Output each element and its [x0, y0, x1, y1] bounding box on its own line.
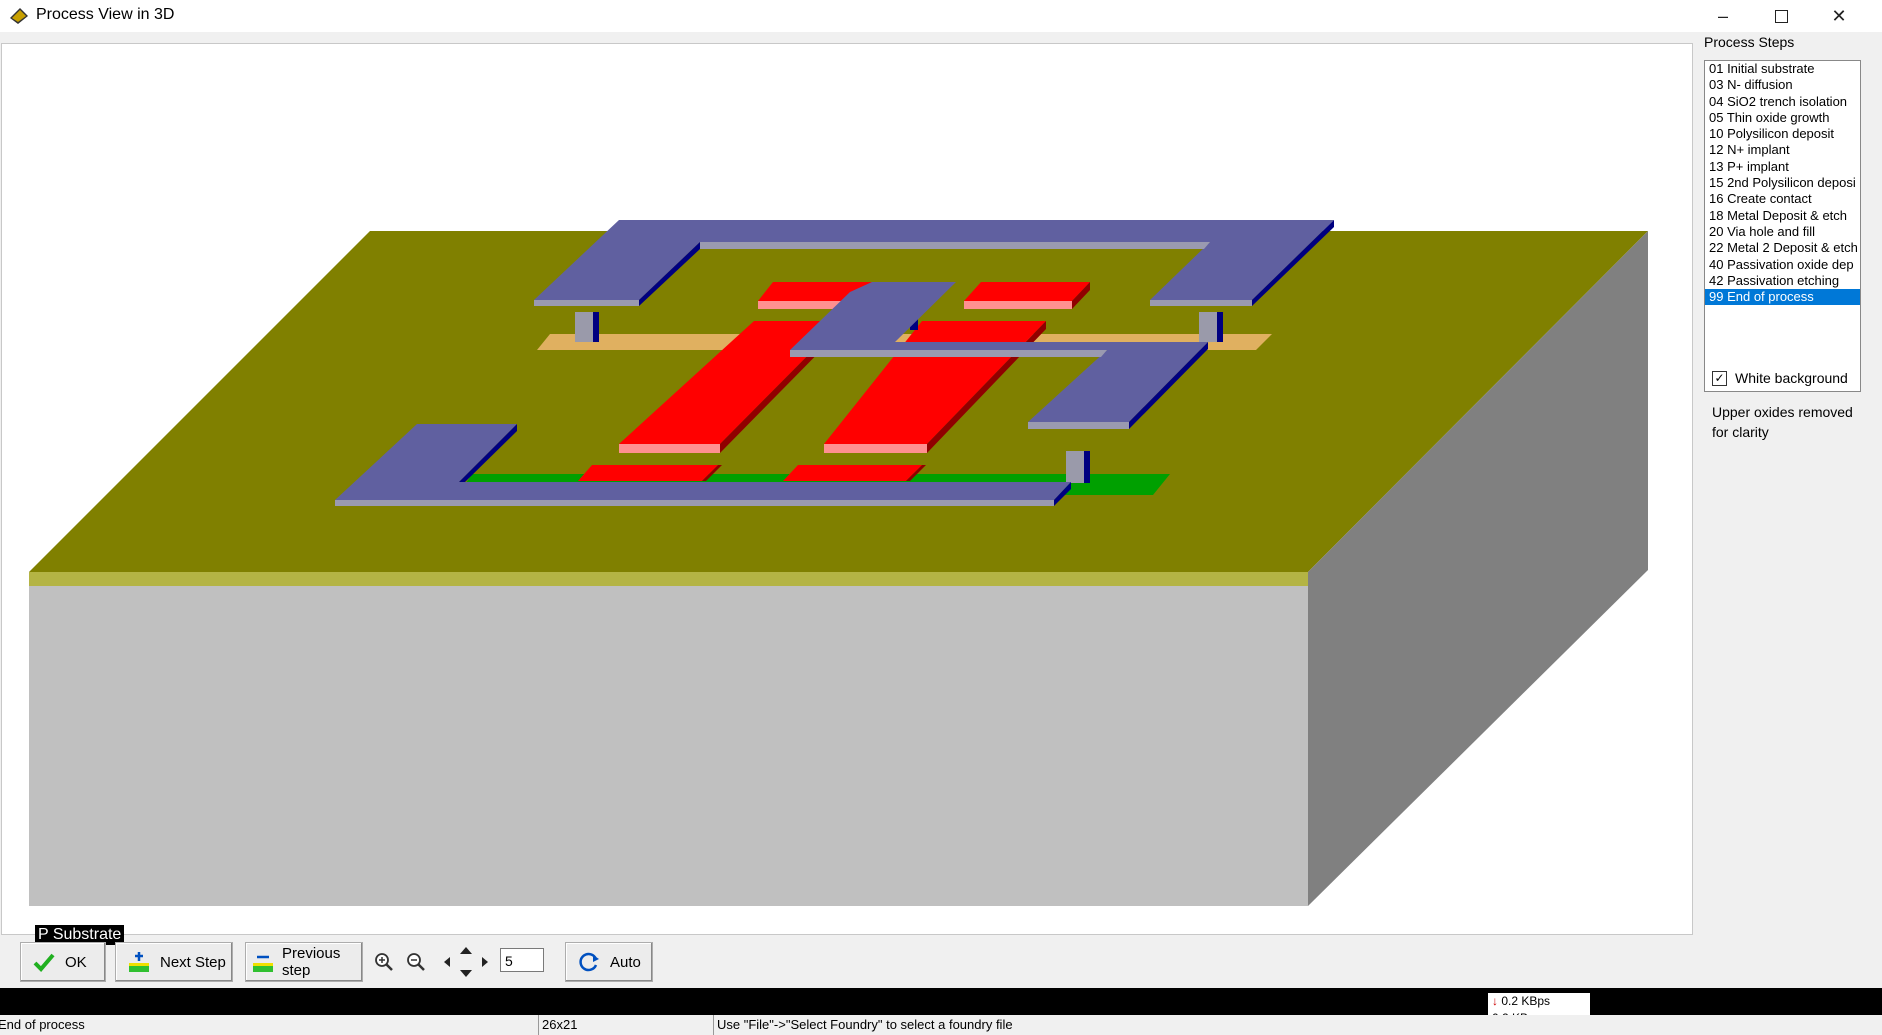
status-hint: Use "File"->"Select Foundry" to select a…	[717, 1017, 1013, 1032]
status-bar: End of process 26x21 Use "File"->"Select…	[0, 1015, 1882, 1035]
step-item[interactable]: 03 N- diffusion	[1705, 77, 1860, 93]
toolbar: OK Next Step Previous step 5 Auto	[0, 938, 1870, 988]
step-item[interactable]: 12 N+ implant	[1705, 142, 1860, 158]
metal-middle-front	[790, 350, 1107, 357]
step-item[interactable]: 05 Thin oxide growth	[1705, 110, 1860, 126]
process-steps-list[interactable]: 01 Initial substrate 03 N- diffusion 04 …	[1704, 60, 1861, 392]
step-item[interactable]: 10 Polysilicon deposit	[1705, 126, 1860, 142]
step-item[interactable]: 13 P+ implant	[1705, 159, 1860, 175]
contact-bottom-side	[1084, 451, 1090, 483]
chip-icon	[10, 8, 28, 24]
contact-right-side	[1217, 312, 1223, 342]
close-icon: ✕	[1831, 5, 1847, 26]
taskbar-strip	[0, 988, 1882, 1015]
substrate-edge	[29, 572, 1308, 586]
process-steps-panel: Process Steps 01 Initial substrate 03 N-…	[1702, 34, 1866, 934]
white-background-checkbox[interactable]: ✓	[1712, 370, 1727, 386]
step-item[interactable]: 20 Via hole and fill	[1705, 224, 1860, 240]
next-step-label: Next Step	[160, 953, 226, 971]
ok-button[interactable]: OK	[20, 942, 106, 982]
metal-top-wire-front-left	[534, 300, 639, 306]
maximize-button[interactable]	[1752, 0, 1810, 32]
poly-left-long-front	[619, 444, 720, 453]
close-button[interactable]: ✕	[1810, 0, 1868, 32]
poly-right-long-front	[824, 444, 927, 453]
minimize-button[interactable]: –	[1694, 0, 1752, 32]
status-step: End of process	[0, 1017, 85, 1032]
status-size: 26x21	[542, 1017, 578, 1032]
step-item-selected[interactable]: 99 End of process	[1705, 289, 1860, 306]
previous-step-icon	[252, 951, 274, 973]
process-3d-view	[29, 220, 1648, 906]
next-step-button[interactable]: Next Step	[115, 942, 233, 982]
step-item[interactable]: 22 Metal 2 Deposit & etch	[1705, 240, 1860, 256]
zoom-in-icon[interactable]	[372, 950, 396, 974]
next-step-icon	[128, 951, 150, 973]
maximize-icon	[1774, 9, 1788, 23]
metal-middle-front-right	[1028, 422, 1129, 429]
auto-button[interactable]: Auto	[565, 942, 653, 982]
step-item[interactable]: 18 Metal Deposit & etch	[1705, 208, 1860, 224]
checkmark-icon	[33, 952, 55, 972]
oxide-note: Upper oxides removed for clarity	[1712, 404, 1853, 440]
process-steps-title: Process Steps	[1704, 34, 1795, 50]
window-title: Process View in 3D	[36, 6, 175, 23]
status-divider	[713, 1015, 714, 1035]
previous-step-label: Previous step	[282, 945, 341, 979]
refresh-icon	[578, 951, 600, 973]
poly-top-right	[964, 282, 1090, 301]
step-item[interactable]: 42 Passivation etching	[1705, 273, 1860, 289]
white-background-label: White background	[1735, 370, 1848, 386]
step-item[interactable]: 40 Passivation oxide dep	[1705, 257, 1860, 273]
download-rate: 0.2 KBps	[1501, 994, 1551, 1008]
status-divider	[538, 1015, 539, 1035]
zoom-out-icon[interactable]	[404, 950, 428, 974]
white-background-option[interactable]: ✓ White background	[1712, 370, 1848, 386]
step-item[interactable]: 04 SiO2 trench isolation	[1705, 94, 1860, 110]
poly-top-right-front	[964, 301, 1072, 309]
step-item[interactable]: 16 Create contact	[1705, 191, 1860, 207]
step-size-input[interactable]: 5	[500, 948, 544, 972]
step-item[interactable]: 15 2nd Polysilicon deposi	[1705, 175, 1860, 191]
metal-bottom-front	[335, 500, 1054, 506]
step-item[interactable]: 01 Initial substrate	[1705, 61, 1860, 77]
download-arrow-icon: ↓	[1492, 994, 1498, 1008]
poly-bottom-left	[578, 465, 718, 481]
pan-arrows-icon[interactable]	[440, 947, 492, 977]
poly-bottom-right	[783, 465, 922, 481]
metal-top-wire-inner	[700, 242, 1210, 249]
auto-label: Auto	[610, 953, 641, 971]
contact-left-side	[593, 312, 599, 342]
metal-top-wire-front-right	[1150, 300, 1252, 306]
3d-viewport[interactable]: P Substrate	[1, 43, 1693, 945]
ok-label: OK	[65, 953, 87, 971]
substrate-front	[29, 586, 1308, 906]
title-bar: Process View in 3D – ✕	[0, 0, 1882, 32]
minimize-icon: –	[1717, 5, 1728, 26]
previous-step-button[interactable]: Previous step	[245, 942, 363, 982]
